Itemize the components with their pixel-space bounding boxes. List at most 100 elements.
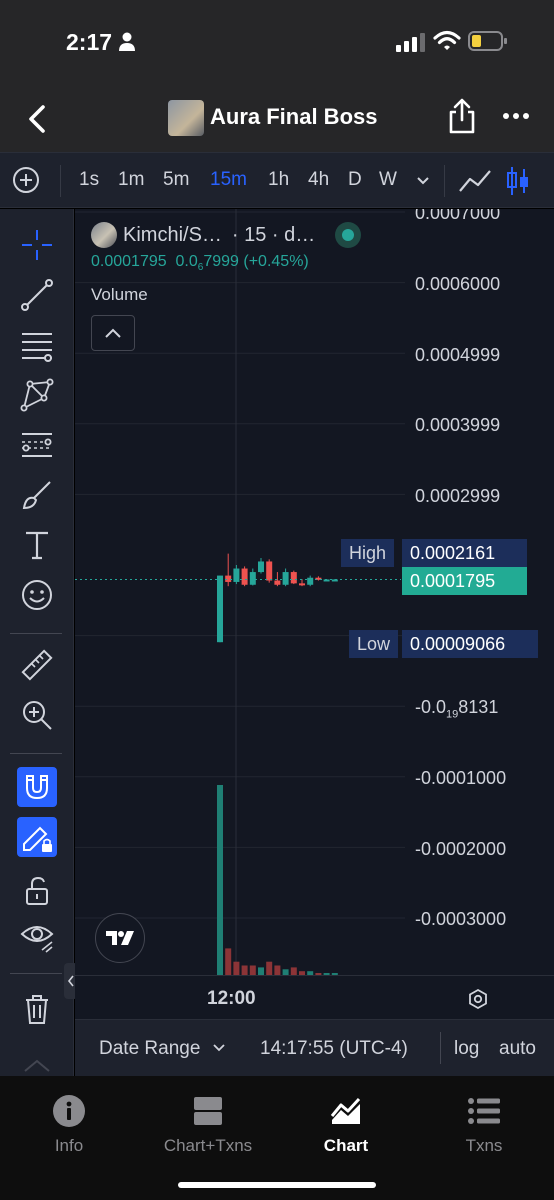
chevron-up-icon[interactable] (22, 1057, 52, 1073)
volume-bar (249, 965, 256, 975)
back-chevron-icon[interactable] (26, 104, 48, 134)
timeframe-1h[interactable]: 1h (268, 169, 289, 191)
legend-change: 0.067999 (+0.45%) (175, 253, 309, 274)
volume-bar (233, 961, 240, 975)
market-status-icon[interactable] (335, 222, 362, 248)
crosshair-tool[interactable] (17, 225, 57, 265)
chevron-down-icon[interactable] (213, 1044, 225, 1052)
candlestick-icon[interactable] (506, 165, 530, 197)
divider (440, 1032, 441, 1064)
price-axis-label: 0.0003999 (415, 415, 501, 435)
lock-all-tool[interactable] (17, 871, 57, 911)
share-icon[interactable] (448, 98, 476, 134)
crosshair-icon (22, 230, 52, 260)
time-axis-label: 12:00 (207, 988, 256, 1009)
symbol-name[interactable]: Kimchi/S… (123, 224, 222, 247)
price-axis-label: -0.0198131 (415, 697, 499, 721)
toolbar-divider (444, 165, 445, 197)
candle[interactable] (290, 572, 297, 584)
fib-retracement-tool[interactable] (17, 325, 57, 365)
volume-bar (258, 967, 264, 975)
delete-drawings-tool[interactable] (17, 989, 57, 1029)
trend-line-tool[interactable] (17, 275, 57, 315)
auto-scale-toggle[interactable]: auto (499, 1038, 536, 1060)
brush-tool[interactable] (17, 475, 57, 515)
timeframe-5m[interactable]: 5m (163, 169, 189, 191)
candle[interactable] (282, 572, 289, 585)
add-symbol-icon[interactable] (12, 166, 40, 194)
candle[interactable] (299, 583, 305, 586)
candle[interactable] (225, 575, 232, 582)
candle[interactable] (258, 561, 264, 573)
tab-label: Chart (323, 1136, 369, 1155)
timeframe-1s[interactable]: 1s (79, 169, 99, 191)
chart-clock[interactable]: 14:17:55 (UTC-4) (260, 1038, 408, 1060)
current-price-tag: 0.0001795 (402, 567, 527, 595)
candle[interactable] (217, 575, 223, 643)
emoji-tool[interactable] (17, 575, 57, 615)
volume-bar (274, 965, 281, 975)
timeframe-4h[interactable]: 4h (308, 169, 329, 191)
tradingview-logo-icon (106, 931, 134, 945)
chart-txns-icon (194, 1097, 222, 1125)
pencil-lock-icon (23, 826, 52, 852)
more-options-icon[interactable] (502, 112, 530, 120)
lock-drawing-mode-toggle[interactable] (17, 817, 57, 857)
collapse-legend-button[interactable] (91, 315, 135, 352)
eye-icon (20, 926, 54, 953)
tab-label: Chart+Txns (163, 1136, 253, 1155)
line-chart-icon[interactable] (458, 167, 492, 195)
tab-label: Txns (465, 1136, 503, 1155)
chart-legend: Kimchi/S… · 15 · d… 0.0001795 0.067999 (… (91, 221, 362, 352)
high-label: High (341, 539, 395, 567)
tab-chart-txns[interactable]: Chart+Txns (148, 1094, 268, 1156)
volume-bars (217, 785, 338, 975)
high-price-tag: 0.0002161 (402, 539, 527, 567)
candle[interactable] (266, 561, 273, 581)
pattern-tool[interactable] (17, 375, 57, 415)
price-axis-label: 0.0004999 (415, 345, 501, 365)
settings-icon[interactable] (467, 988, 489, 1010)
tradingview-logo[interactable] (95, 913, 145, 963)
candle[interactable] (307, 577, 314, 585)
candle[interactable] (249, 572, 256, 585)
volume-bar (217, 785, 223, 975)
price-chart[interactable]: Kimchi/S… · 15 · d… 0.0001795 0.067999 (… (75, 209, 554, 975)
list-icon (468, 1098, 500, 1124)
symbol-interval[interactable]: · 15 · d… (232, 224, 315, 247)
timeframe-15m[interactable]: 15m (210, 169, 247, 191)
forecast-tool[interactable] (17, 425, 57, 465)
smiley-icon (22, 580, 52, 610)
timeframe-w[interactable]: W (379, 169, 397, 191)
volume-label[interactable]: Volume (91, 285, 361, 305)
status-time: 2:17 (66, 29, 113, 55)
candle[interactable] (241, 568, 248, 585)
tab-txns[interactable]: Txns (424, 1094, 544, 1156)
candles (217, 553, 338, 643)
time-axis[interactable]: 12:00 (75, 975, 554, 1019)
tab-info[interactable]: Info (9, 1094, 129, 1156)
zoom-tool[interactable] (17, 695, 57, 735)
ruler-icon (21, 649, 53, 681)
magnet-mode-toggle[interactable] (17, 767, 57, 807)
chart-icon (330, 1097, 361, 1124)
toolbar-divider (10, 973, 62, 974)
trend-line-icon (21, 279, 53, 311)
tab-chart[interactable]: Chart (286, 1094, 406, 1156)
cellular-signal-icon (396, 33, 425, 52)
measure-tool[interactable] (17, 645, 57, 685)
volume-bar (241, 965, 248, 975)
timeframe-d[interactable]: D (348, 169, 362, 191)
home-indicator (178, 1182, 376, 1188)
hide-drawings-tool[interactable] (17, 917, 57, 957)
price-change-row: 0.0001795 0.067999 (+0.45%) (91, 253, 361, 273)
volume-bar (225, 948, 232, 975)
text-tool[interactable] (17, 525, 57, 565)
candle[interactable] (274, 580, 281, 585)
log-scale-toggle[interactable]: log (454, 1038, 479, 1060)
price-axis-label: -0.0002000 (415, 839, 507, 859)
toolbar-divider (10, 753, 62, 754)
date-range-button[interactable]: Date Range (99, 1038, 200, 1060)
chevron-down-icon[interactable] (416, 175, 430, 185)
timeframe-1m[interactable]: 1m (118, 169, 144, 191)
